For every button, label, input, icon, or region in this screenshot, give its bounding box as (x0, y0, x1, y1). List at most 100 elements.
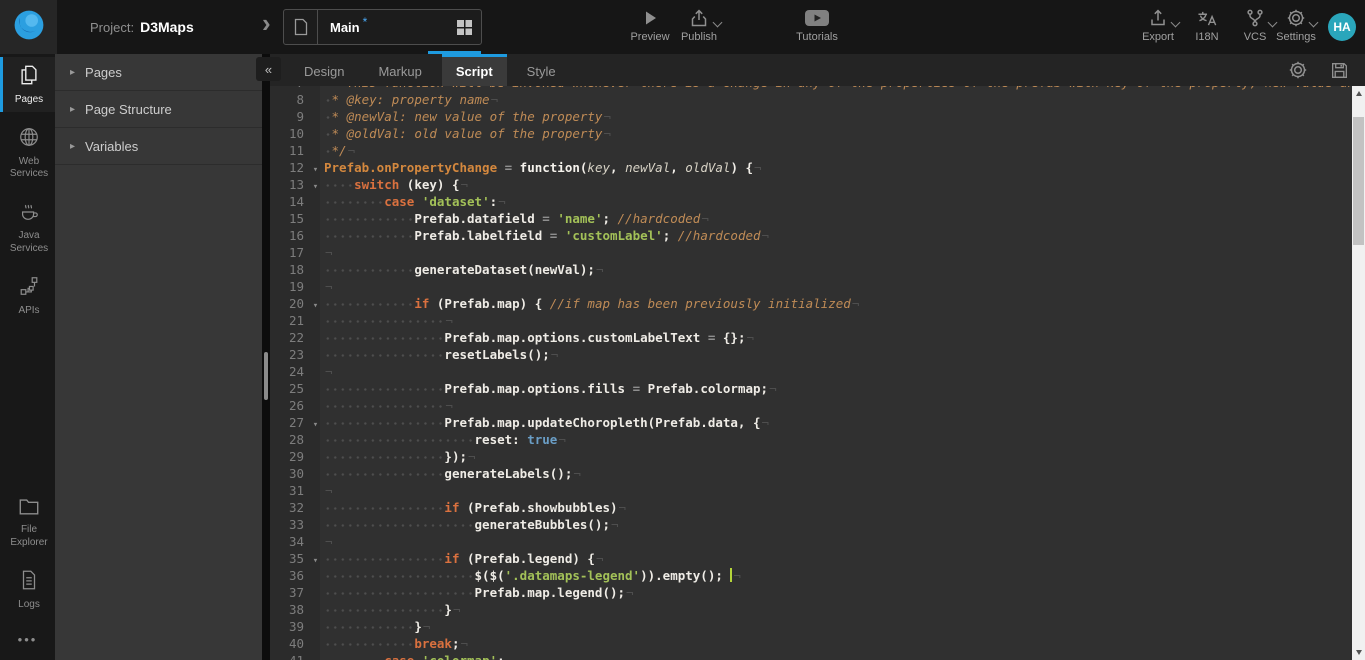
code-line-9[interactable]: 9 * @newVal: new value of the property¬ (270, 108, 1352, 125)
code-line-20[interactable]: 20▾ if (Prefab.map) { //if map has been … (270, 295, 1352, 312)
pages-panel: ▸Pages▸Page Structure▸Variables (55, 54, 262, 660)
code-line-14[interactable]: 14 case 'dataset':¬ (270, 193, 1352, 210)
code-line-19[interactable]: 19 ¬ (270, 278, 1352, 295)
expand-arrow-icon: ▸ (70, 67, 75, 78)
code-line-12[interactable]: 12▾Prefab.onPropertyChange = function(ke… (270, 159, 1352, 176)
project-label: Project: (90, 20, 134, 35)
user-avatar[interactable]: HA (1328, 13, 1356, 41)
whitespace-dots (324, 177, 354, 192)
code-line-8[interactable]: 8 * @key: property name¬ (270, 91, 1352, 108)
page-icon (284, 10, 318, 44)
code-line-36[interactable]: 36 $($('.datamaps-legend')).empty(); ¬ (270, 567, 1352, 584)
preview-button[interactable]: Preview (622, 7, 678, 49)
code-line-37[interactable]: 37 Prefab.map.legend();¬ (270, 584, 1352, 601)
tab-design[interactable]: Design (290, 54, 358, 86)
code-line-22[interactable]: 22 Prefab.map.options.customLabelText = … (270, 329, 1352, 346)
chevron-down-icon (1309, 18, 1319, 28)
code-line-21[interactable]: 21 ¬ (270, 312, 1352, 329)
code-line-15[interactable]: 15 Prefab.datafield = 'name'; //hardcode… (270, 210, 1352, 227)
code-line-31[interactable]: 31¬ (270, 482, 1352, 499)
panel-section-variables[interactable]: ▸Variables (55, 128, 262, 165)
line-number: 29 (270, 448, 307, 465)
whitespace-dots (324, 86, 332, 90)
code-line-41[interactable]: 41 case 'colormap':¬ (270, 652, 1352, 660)
panel-section-pages[interactable]: ▸Pages (55, 54, 262, 91)
code-line-32[interactable]: 32 if (Prefab.showbubbles)¬ (270, 499, 1352, 516)
line-number: 32 (270, 499, 307, 516)
sidebar-item-logs[interactable]: Logs (0, 562, 55, 617)
line-number: 17 (270, 244, 307, 261)
collapse-chevrons-icon: « (265, 62, 272, 77)
scroll-up-button[interactable] (1352, 86, 1365, 101)
script-editor[interactable]: 7 * This function will be invoked whenev… (270, 86, 1352, 660)
code-line-16[interactable]: 16 Prefab.labelfield = 'customLabel'; //… (270, 227, 1352, 244)
tab-script[interactable]: Script (442, 54, 507, 86)
panel-section-page-structure[interactable]: ▸Page Structure (55, 91, 262, 128)
code-line-11[interactable]: 11 */¬ (270, 142, 1352, 159)
collapse-panel-button[interactable]: « (256, 57, 281, 81)
line-number: 19 (270, 278, 307, 295)
code-text: generateDataset(newVal);¬ (324, 262, 603, 277)
editor-scrollbar[interactable] (1352, 86, 1365, 660)
code-line-28[interactable]: 28 reset: true¬ (270, 431, 1352, 448)
code-line-23[interactable]: 23 resetLabels();¬ (270, 346, 1352, 363)
code-line-24[interactable]: 24¬ (270, 363, 1352, 380)
page-tab-main[interactable]: Main * (283, 9, 482, 45)
more-options-button[interactable]: ••• (0, 624, 55, 660)
eol-marker: ¬ (453, 602, 461, 617)
code-line-30[interactable]: 30 generateLabels();¬ (270, 465, 1352, 482)
sidebar-item-java-services[interactable]: Java Services (0, 194, 55, 262)
code-line-25[interactable]: 25 Prefab.map.options.fills = Prefab.col… (270, 380, 1352, 397)
sidebar-item-apis[interactable]: APIs (0, 268, 55, 323)
globe-icon (18, 126, 40, 153)
eol-marker: ¬ (754, 160, 762, 175)
eol-marker: ¬ (325, 534, 333, 549)
code-line-18[interactable]: 18 generateDataset(newVal);¬ (270, 261, 1352, 278)
whitespace-dots (324, 636, 414, 651)
tutorials-button[interactable]: Tutorials (789, 7, 845, 49)
code-line-35[interactable]: 35▾ if (Prefab.legend) {¬ (270, 550, 1352, 567)
code-line-10[interactable]: 10 * @oldVal: old value of the property¬ (270, 125, 1352, 142)
code-line-29[interactable]: 29 });¬ (270, 448, 1352, 465)
code-line-38[interactable]: 38 }¬ (270, 601, 1352, 618)
code-line-34[interactable]: 34¬ (270, 533, 1352, 550)
code-line-39[interactable]: 39 }¬ (270, 618, 1352, 635)
code-line-40[interactable]: 40 break;¬ (270, 635, 1352, 652)
settings-button[interactable]: Settings (1268, 7, 1324, 49)
eol-marker: ¬ (733, 568, 741, 583)
scrollbar-thumb[interactable] (1353, 117, 1364, 245)
code-line-13[interactable]: 13▾ switch (key) {¬ (270, 176, 1352, 193)
eol-marker: ¬ (325, 279, 333, 294)
code-lines: 7 * This function will be invoked whenev… (270, 86, 1352, 660)
line-number: 18 (270, 261, 307, 278)
code-text: break;¬ (324, 636, 468, 651)
publish-button[interactable]: Publish (671, 7, 727, 49)
tutorials-label: Tutorials (796, 31, 838, 43)
sidebar-item-pages[interactable]: Pages (0, 57, 55, 112)
tab-markup[interactable]: Markup (364, 54, 435, 86)
scroll-down-button[interactable] (1352, 645, 1365, 660)
code-text: * @oldVal: old value of the property¬ (324, 126, 611, 141)
publish-label: Publish (681, 31, 717, 43)
code-line-17[interactable]: 17¬ (270, 244, 1352, 261)
eol-marker: ¬ (762, 415, 770, 430)
workspace-grid-icon[interactable] (456, 19, 473, 36)
tab-style[interactable]: Style (513, 54, 570, 86)
code-line-26[interactable]: 26 ¬ (270, 397, 1352, 414)
sidebar-item-file-explorer[interactable]: File Explorer (0, 488, 55, 556)
project-name: D3Maps (140, 19, 194, 35)
eol-marker: ¬ (468, 449, 476, 464)
code-line-27[interactable]: 27▾ Prefab.map.updateChoropleth(Prefab.d… (270, 414, 1352, 431)
eol-marker: ¬ (603, 109, 611, 124)
page-settings-gear-icon[interactable] (1288, 60, 1308, 80)
wavemaker-logo[interactable] (0, 0, 57, 54)
line-number: 38 (270, 601, 307, 618)
panel-scrollbar-thumb[interactable] (264, 352, 268, 400)
save-icon[interactable] (1330, 61, 1349, 80)
eol-marker: ¬ (445, 313, 453, 328)
eol-marker: ¬ (423, 619, 431, 634)
eol-marker: ¬ (596, 262, 604, 277)
code-line-33[interactable]: 33 generateBubbles();¬ (270, 516, 1352, 533)
sidebar-item-web-services[interactable]: Web Services (0, 119, 55, 187)
export-button[interactable]: Export (1130, 7, 1186, 49)
